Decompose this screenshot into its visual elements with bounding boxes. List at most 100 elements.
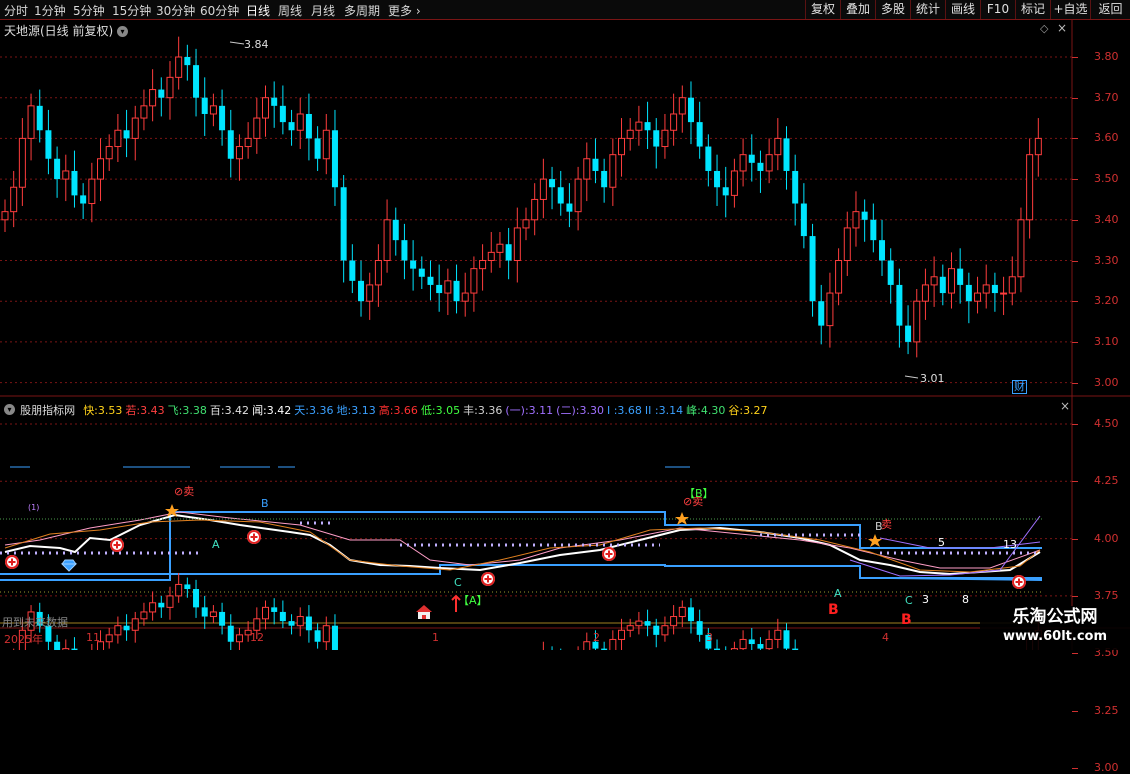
mark-button[interactable]: 标记 [1015, 0, 1050, 19]
candle-body [513, 227, 521, 262]
multi-stock-button[interactable]: 多股 [875, 0, 910, 19]
candle-body [661, 129, 669, 148]
diamond-outline-icon[interactable]: ◇ [1040, 22, 1048, 35]
candle-body [271, 97, 278, 106]
chevron-down-icon[interactable]: ▾ [4, 404, 15, 415]
candle-body [10, 186, 18, 213]
f10-button[interactable]: F10 [980, 0, 1015, 19]
close-icon[interactable]: × [1057, 21, 1067, 35]
indicator-close-icon[interactable]: × [1060, 399, 1070, 413]
indicator-value: 丰:3.36 [463, 404, 503, 417]
candle-body [105, 634, 113, 643]
candle-body [644, 621, 651, 626]
candle-body [505, 244, 512, 261]
candle-body [54, 641, 61, 650]
candle-body [557, 187, 564, 204]
tick-mark [1072, 653, 1078, 655]
price-tick-label: 3.30 [1094, 253, 1119, 267]
indicator-value: (二):3.30 [556, 404, 604, 417]
overlay-button[interactable]: 叠加 [840, 0, 875, 19]
candle-body [97, 158, 105, 180]
candle-body [131, 117, 139, 139]
tick-mark [1072, 538, 1078, 540]
candle-body [410, 260, 417, 269]
candle-body [305, 616, 312, 631]
candle-body [661, 625, 669, 636]
candle-body [253, 618, 261, 631]
candle-body [331, 130, 338, 188]
candle-body [991, 284, 998, 294]
b-bracket-label: 【B】 [684, 487, 714, 500]
candle-body [227, 625, 234, 642]
candle-body [123, 130, 130, 139]
candle-body [748, 639, 755, 645]
candle-body [401, 240, 408, 261]
period-60min[interactable]: 60分钟 [200, 2, 239, 19]
period-monthly[interactable]: 月线 [311, 2, 335, 19]
a-bracket-label: 【A】 [458, 594, 488, 607]
tick-mark [1072, 97, 1078, 99]
indicator-value: 谷:3.27 [728, 404, 768, 417]
draw-line-button[interactable]: 画线 [945, 0, 980, 19]
candle-body [80, 195, 87, 204]
stats-button[interactable]: 统计 [910, 0, 945, 19]
tick-mark [1072, 767, 1078, 769]
chevron-down-icon[interactable]: ▾ [117, 26, 129, 37]
candle-body [27, 105, 35, 139]
watermark-title: 乐淘公式网 [1012, 607, 1098, 627]
kline-chart[interactable] [0, 20, 1130, 650]
wave-b-label: B [875, 520, 883, 533]
tick-mark [1072, 481, 1078, 483]
indicator-value: 高:3.66 [378, 404, 418, 417]
tick-mark [1072, 341, 1078, 343]
candle-body [765, 638, 773, 650]
period-15min[interactable]: 15分钟 [112, 2, 151, 19]
period-30min[interactable]: 30分钟 [156, 2, 195, 19]
candle-body [209, 611, 217, 618]
indicator-header: ▾ 股朋指标网 快:3.53 若:3.43 飞:3.38 百:3.42 闻:3.42 天:… [4, 399, 771, 417]
candle-body [730, 170, 738, 196]
period-1min[interactable]: 1分钟 [34, 2, 66, 19]
period-5min[interactable]: 5分钟 [73, 2, 105, 19]
candle-body [722, 187, 729, 196]
candle-body [583, 158, 591, 180]
candle-body [705, 146, 712, 171]
candle-body [18, 137, 26, 188]
candle-body [322, 129, 330, 160]
candle-body [314, 630, 321, 642]
tick-mark [1072, 595, 1078, 597]
count-label: 13 [1003, 538, 1017, 551]
indicator-value: (一):3.11 [505, 404, 554, 417]
candle-body [939, 276, 946, 294]
period-fenshi[interactable]: 分时 [4, 2, 28, 19]
candle-body [843, 227, 851, 262]
count-label: 5 [938, 536, 945, 549]
indicator-value: 飞:3.38 [167, 404, 207, 417]
candle-body [792, 170, 799, 204]
period-multi[interactable]: 多周期 [344, 2, 380, 19]
back-button[interactable]: 返回 [1090, 0, 1130, 19]
candle-body [123, 625, 130, 631]
indicator-value: I :3.68 [606, 404, 642, 417]
candle-body [235, 146, 243, 160]
star-icon [675, 512, 689, 525]
candle-body [1017, 219, 1025, 278]
candle-body [288, 122, 295, 131]
period-more[interactable]: 更多 › [388, 2, 421, 19]
fuquan-button[interactable]: 复权 [805, 0, 840, 19]
candle-body [201, 97, 208, 114]
candle-body [930, 276, 938, 286]
candle-body [193, 65, 200, 98]
indicator-value: 快:3.53 [83, 404, 123, 417]
indicator-value: 闻:3.42 [252, 404, 292, 417]
candle-body [783, 138, 790, 171]
period-weekly[interactable]: 周线 [278, 2, 302, 19]
candle-body [921, 284, 929, 302]
period-daily[interactable]: 日线 [246, 2, 270, 19]
add-watchlist-button[interactable]: +自选 [1050, 0, 1090, 19]
count-label: 3 [922, 593, 929, 606]
tick-mark [1072, 57, 1078, 58]
candle-body [219, 611, 226, 626]
finance-badge[interactable]: 财 [1012, 380, 1027, 394]
candle-body [879, 240, 886, 261]
